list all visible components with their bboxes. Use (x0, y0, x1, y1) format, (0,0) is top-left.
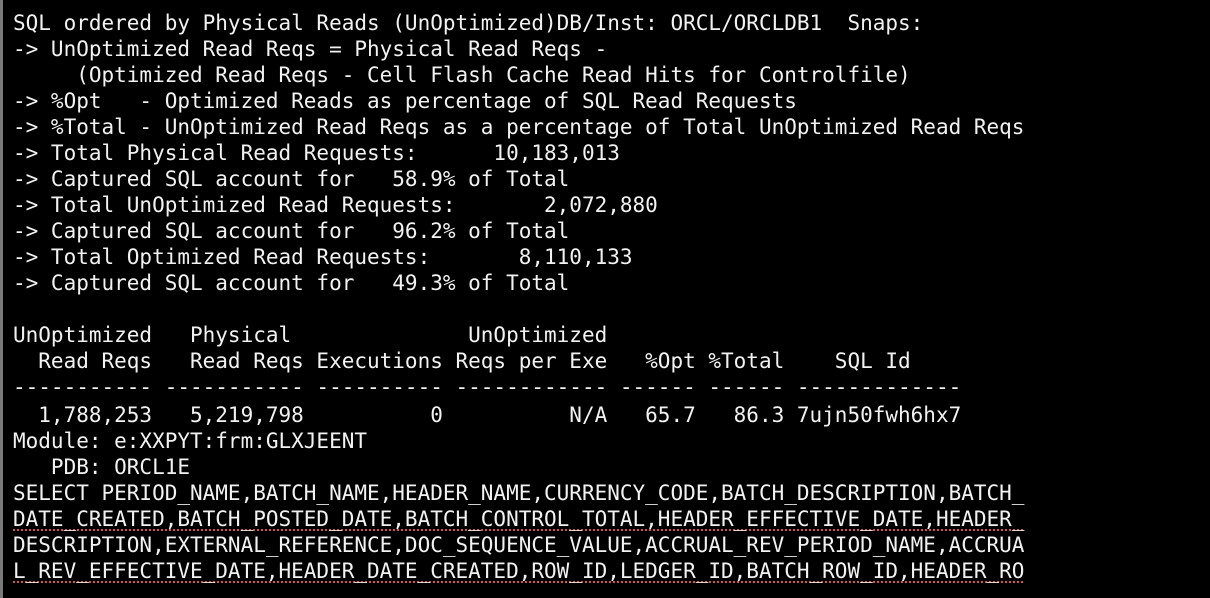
pdb-line: PDB: ORCL1E (13, 455, 191, 479)
table-row: 1,788,253 5,219,798 0 N/A 65.7 86.3 7ujn… (13, 403, 962, 427)
stat-line: -> Total Physical Read Requests: 10,183,… (13, 141, 620, 165)
stat-line: -> Captured SQL account for 96.2% of Tot… (13, 219, 570, 243)
stat-line: -> Total Optimized Read Requests: 8,110,… (13, 245, 633, 269)
table-separator: ----------- ----------- ---------- -----… (13, 375, 962, 399)
sql-text-line: DATE_CREATED,BATCH_POSTED_DATE,BATCH_CON… (13, 507, 1025, 531)
sql-text-line: SELECT PERIOD_NAME,BATCH_NAME,HEADER_NAM… (13, 481, 1025, 505)
sql-text-line: DESCRIPTION,EXTERNAL_REFERENCE,DOC_SEQUE… (13, 533, 1025, 557)
note-line: -> UnOptimized Read Reqs = Physical Read… (13, 37, 608, 61)
sql-text-line: L_REV_EFFECTIVE_DATE,HEADER_DATE_CREATED… (13, 559, 1025, 583)
stat-line: -> Captured SQL account for 58.9% of Tot… (13, 167, 570, 191)
table-header: UnOptimized Physical UnOptimized (13, 323, 608, 347)
note-line: -> %Opt - Optimized Reads as percentage … (13, 89, 797, 113)
stat-line: -> Captured SQL account for 49.3% of Tot… (13, 271, 570, 295)
module-line: Module: e:XXPYT:frm:GLXJEENT (13, 429, 368, 453)
note-line: (Optimized Read Reqs - Cell Flash Cache … (13, 63, 911, 87)
report-title: SQL ordered by Physical Reads (UnOptimiz… (13, 11, 924, 35)
table-header: Read Reqs Read Reqs Executions Reqs per … (13, 349, 911, 373)
terminal-window[interactable]: SQL ordered by Physical Reads (UnOptimiz… (0, 0, 1210, 598)
note-line: -> %Total - UnOptimized Read Reqs as a p… (13, 115, 1025, 139)
stat-line: -> Total UnOptimized Read Requests: 2,07… (13, 193, 658, 217)
